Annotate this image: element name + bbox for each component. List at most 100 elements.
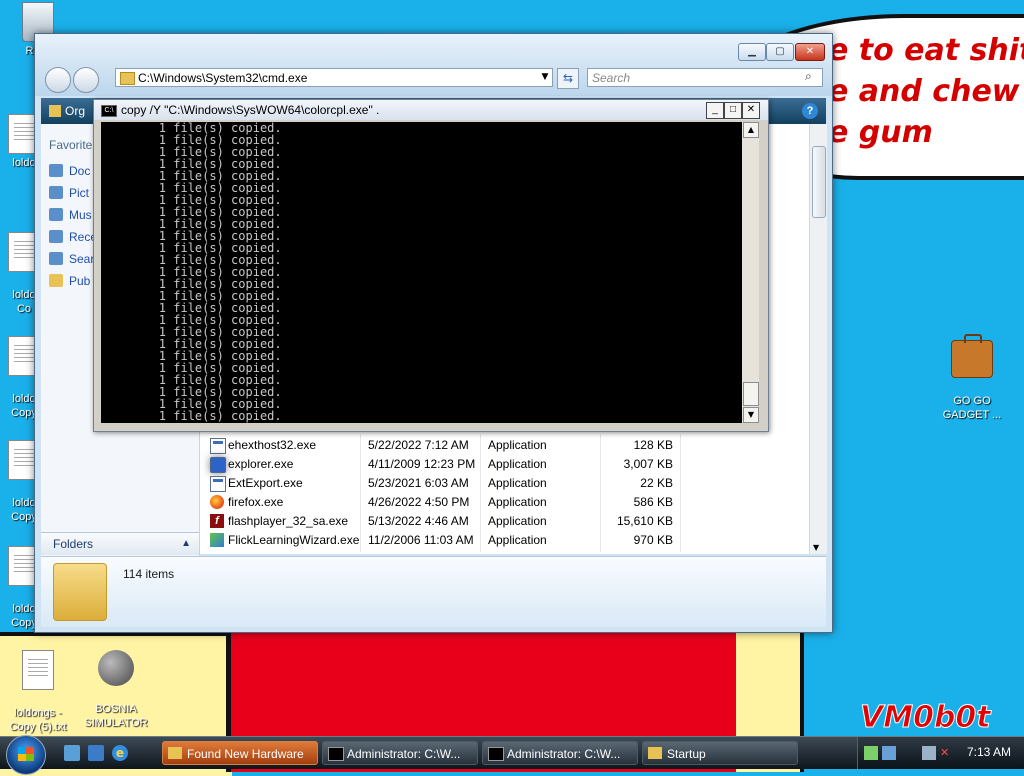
nav-item-documents[interactable]: Doc	[49, 164, 90, 178]
close-button[interactable]: ✕	[742, 102, 760, 119]
file-type: Application	[488, 514, 547, 528]
network-tray-icon[interactable]	[922, 746, 936, 760]
file-name: FlickLearningWizard.exe	[228, 533, 360, 547]
nav-item-label: Pub	[69, 274, 91, 288]
file-name: firefox.exe	[228, 495, 284, 509]
desktop-icon-label: loldongs - Copy (5).txt	[9, 707, 67, 733]
taskbar-button-label: Startup	[667, 747, 706, 761]
file-name: flashplayer_32_sa.exe	[228, 514, 349, 528]
taskbar: e Found New Hardware Administrator: C:\W…	[0, 735, 1024, 775]
nav-item-pictures[interactable]: Pict	[49, 186, 89, 200]
nav-item-label: Mus	[69, 208, 92, 222]
file-size: 22 KB	[640, 476, 673, 490]
console-scrollbar[interactable]: ▲ ▼	[742, 122, 759, 423]
start-button[interactable]	[6, 735, 46, 775]
file-name: explorer.exe	[228, 457, 294, 471]
file-type: Application	[488, 438, 547, 452]
column-divider	[680, 434, 681, 552]
organize-button[interactable]: Org	[65, 98, 85, 124]
folder-icon	[648, 747, 662, 759]
item-count: 114 items	[123, 567, 175, 581]
maximize-button[interactable]: ▢	[766, 43, 794, 61]
file-date: 4/11/2009 12:23 PM	[368, 457, 476, 471]
briefcase-icon	[951, 334, 993, 378]
nav-item-public[interactable]: Pub	[49, 274, 90, 288]
nav-item-music[interactable]: Mus	[49, 208, 92, 222]
desktop-icon-gadget[interactable]: GO GO GADGET ...	[934, 318, 1010, 436]
clock[interactable]: 7:13 AM	[967, 745, 1011, 759]
scroll-down-arrow[interactable]: ▼	[743, 407, 759, 423]
file-type: Application	[488, 457, 547, 471]
search-icon[interactable]: ⌕	[805, 69, 812, 84]
file-list-scrollbar[interactable]: ▼	[809, 124, 827, 554]
taskbar-button[interactable]: Startup	[642, 741, 798, 765]
scrollbar-thumb[interactable]	[812, 146, 826, 218]
cmd-title-bar[interactable]: C:\ copy /Y "C:\Windows\SysWOW64\colorcp…	[94, 100, 768, 120]
explorer-title-bar: ▁ ▢ ✕ C:\Windows\System32\cmd.exe ▼ ⇆ Se…	[35, 34, 832, 96]
explorer-icon	[210, 457, 226, 473]
chevron-up-icon: ▲	[181, 538, 191, 549]
scroll-up-arrow[interactable]: ▲	[743, 122, 759, 138]
address-text: C:\Windows\System32\cmd.exe	[138, 71, 308, 85]
volume-muted-icon[interactable]: ✕	[940, 746, 954, 760]
table-row[interactable]: explorer.exe 4/11/2009 12:23 PM Applicat…	[200, 455, 815, 474]
taskbar-button[interactable]: Found New Hardware	[162, 741, 318, 765]
table-row[interactable]: ExtExport.exe 5/23/2021 6:03 AM Applicat…	[200, 474, 815, 493]
file-size: 15,610 KB	[616, 514, 673, 528]
close-button[interactable]: ✕	[795, 43, 825, 61]
taskbar-button[interactable]: Administrator: C:\W...	[482, 741, 638, 765]
scrollbar-thumb[interactable]	[743, 382, 759, 406]
notification-area: ✕ 7:13 AM	[857, 737, 1024, 769]
minimize-button[interactable]: _	[706, 102, 724, 119]
table-row[interactable]: f flashplayer_32_sa.exe 5/13/2022 4:46 A…	[200, 512, 815, 531]
forward-button[interactable]	[73, 67, 99, 93]
search-input[interactable]: Search	[587, 68, 823, 87]
desktop-icon-file[interactable]: loldongs - Copy (5).txt	[0, 636, 76, 748]
file-name: ehexthost32.exe	[228, 438, 317, 452]
command-prompt-window: C:\ copy /Y "C:\Windows\SysWOW64\colorcp…	[93, 99, 769, 432]
file-date: 11/2/2006 11:03 AM	[368, 533, 474, 547]
nav-item-searches[interactable]: Sear	[49, 252, 94, 266]
back-button[interactable]	[45, 67, 71, 93]
file-type: Application	[488, 495, 547, 509]
show-desktop-icon[interactable]	[64, 745, 80, 761]
column-divider	[360, 434, 361, 552]
desktop-icon-bosnia-simulator[interactable]: BOSNIA SIMULATOR	[78, 636, 154, 744]
console-icon	[488, 747, 504, 761]
desktop-icon-label: BOSNIA SIMULATOR	[84, 703, 148, 729]
nav-item-recent[interactable]: Rece	[49, 230, 97, 244]
console-icon	[328, 747, 344, 761]
internet-explorer-icon[interactable]: e	[112, 745, 128, 761]
scroll-down-arrow[interactable]: ▼	[813, 543, 819, 552]
firefox-icon	[210, 495, 224, 509]
desktop-icon-label: GO GO GADGET ...	[942, 395, 1002, 421]
switch-windows-icon[interactable]	[88, 745, 104, 761]
hardware-tray-icon[interactable]	[864, 746, 878, 760]
wallpaper-watermark: VM0b0t	[860, 700, 992, 736]
minimize-button[interactable]: ▁	[738, 43, 766, 61]
pictures-icon	[49, 186, 63, 199]
flash-icon: f	[210, 514, 224, 528]
computer-tray-icon[interactable]	[882, 746, 896, 760]
file-name: ExtExport.exe	[228, 476, 303, 490]
speech-line: e and chew	[828, 74, 1020, 109]
maximize-button[interactable]: □	[724, 102, 742, 119]
application-icon	[210, 438, 226, 454]
details-pane: 114 items	[41, 556, 826, 627]
cmd-title: copy /Y "C:\Windows\SysWOW64\colorcpl.ex…	[121, 103, 380, 117]
refresh-button[interactable]: ⇆	[557, 68, 579, 89]
folders-toggle[interactable]: Folders ▲	[41, 532, 199, 555]
address-bar[interactable]: C:\Windows\System32\cmd.exe	[115, 68, 553, 87]
chevron-down-icon[interactable]: ▼	[537, 69, 553, 86]
table-row[interactable]: firefox.exe 4/26/2022 4:50 PM Applicatio…	[200, 493, 815, 512]
help-icon[interactable]: ?	[802, 103, 818, 119]
console-output[interactable]: 1 file(s) copied. 1 file(s) copied. 1 fi…	[101, 122, 742, 423]
table-row[interactable]: ehexthost32.exe 5/22/2022 7:12 AM Applic…	[200, 436, 815, 455]
file-date: 4/26/2022 4:50 PM	[368, 495, 470, 509]
organize-icon	[49, 105, 61, 117]
table-row[interactable]: FlickLearningWizard.exe 11/2/2006 11:03 …	[200, 531, 815, 550]
folder-icon	[53, 563, 107, 621]
taskbar-button[interactable]: Administrator: C:\W...	[322, 741, 478, 765]
speech-line: e to eat shit	[828, 33, 1024, 68]
application-icon	[210, 476, 226, 492]
